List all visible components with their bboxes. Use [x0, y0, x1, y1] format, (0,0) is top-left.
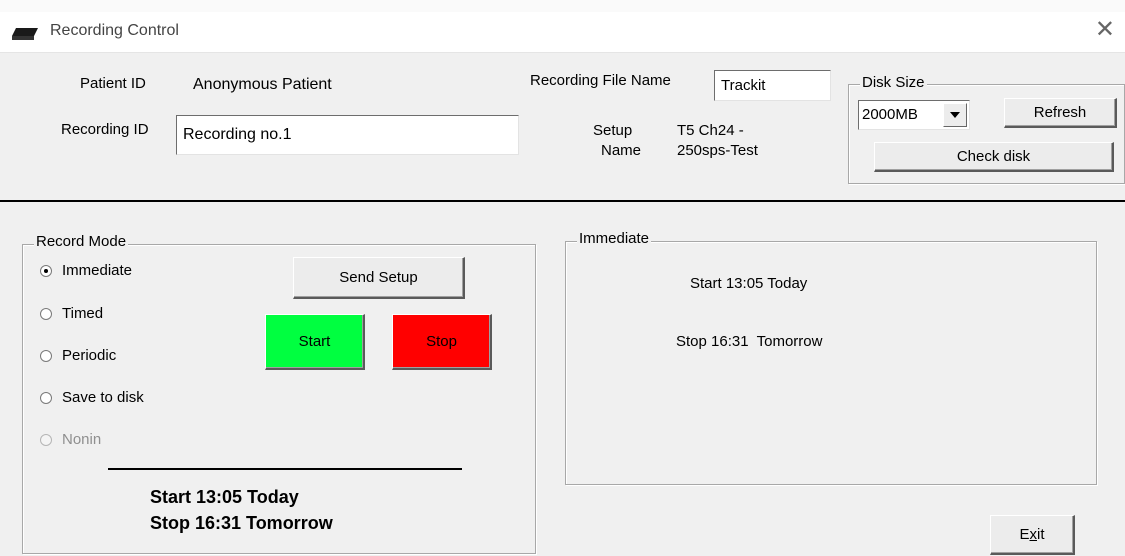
patient-id-value: Anonymous Patient: [193, 76, 332, 93]
radio-button[interactable]: [40, 307, 52, 320]
disk-size-group-title: Disk Size: [860, 74, 927, 91]
check-disk-button[interactable]: Check disk: [874, 142, 1114, 172]
radio-save-to-disk[interactable]: Save to disk: [40, 389, 144, 406]
title-bar: Recording Control ✕: [0, 12, 1125, 53]
top-strip: [0, 0, 1125, 12]
header-separator: [0, 200, 1125, 202]
chevron-down-icon[interactable]: [943, 103, 967, 127]
immediate-group-title: Immediate: [577, 230, 652, 247]
radio-immediate[interactable]: Immediate: [40, 262, 132, 279]
stop-button[interactable]: Stop: [392, 314, 492, 370]
recorder-device-icon: [12, 28, 38, 40]
radio-label: Save to disk: [62, 389, 144, 406]
radio-label: Immediate: [62, 262, 133, 279]
disk-size-select[interactable]: 2000MB: [858, 100, 970, 130]
recording-id-field[interactable]: Recording no.1: [176, 115, 519, 155]
disk-size-value: 2000MB: [862, 106, 918, 123]
start-button[interactable]: Start: [265, 314, 365, 370]
close-icon[interactable]: ✕: [1095, 16, 1115, 44]
radio-label: Timed: [62, 305, 104, 322]
exit-label-prefix: E: [1019, 526, 1030, 543]
radio-periodic[interactable]: Periodic: [40, 347, 116, 364]
record-mode-group-title: Record Mode: [34, 233, 129, 250]
refresh-button[interactable]: Refresh: [1004, 98, 1117, 128]
setup-value-line2: 250sps-Test: [677, 142, 758, 159]
file-name-field[interactable]: Trackit: [714, 70, 831, 101]
summary-start-text: Start 13:05 Today: [150, 487, 299, 507]
setup-value-line1: T5 Ch24 -: [677, 122, 744, 139]
setup-label-line2: Name: [601, 142, 642, 159]
immediate-start-text: Start 13:05 Today: [690, 275, 808, 292]
radio-button[interactable]: [40, 264, 52, 277]
radio-nonin: Nonin: [40, 431, 101, 448]
radio-button: [40, 433, 52, 446]
send-setup-button[interactable]: Send Setup: [293, 257, 465, 299]
summary-stop-text: Stop 16:31 Tomorrow: [150, 513, 333, 533]
window-title: Recording Control: [50, 22, 179, 39]
exit-label-underlined: x: [1029, 526, 1038, 543]
exit-label-suffix: it: [1037, 526, 1045, 543]
exit-button[interactable]: Ex it: [990, 515, 1075, 555]
radio-button[interactable]: [40, 391, 52, 404]
immediate-stop-text: Stop 16:31 Tomorrow: [676, 333, 823, 350]
radio-label: Nonin: [62, 431, 102, 448]
radio-timed[interactable]: Timed: [40, 305, 103, 322]
file-name-label: Recording File Name: [530, 72, 671, 89]
immediate-group: [565, 241, 1097, 485]
patient-id-label: Patient ID: [80, 75, 146, 92]
summary-separator: [108, 468, 462, 470]
setup-label-line1: Setup: [593, 122, 633, 139]
radio-label: Periodic: [62, 347, 117, 364]
recording-id-label: Recording ID: [61, 121, 149, 138]
radio-button[interactable]: [40, 349, 52, 362]
